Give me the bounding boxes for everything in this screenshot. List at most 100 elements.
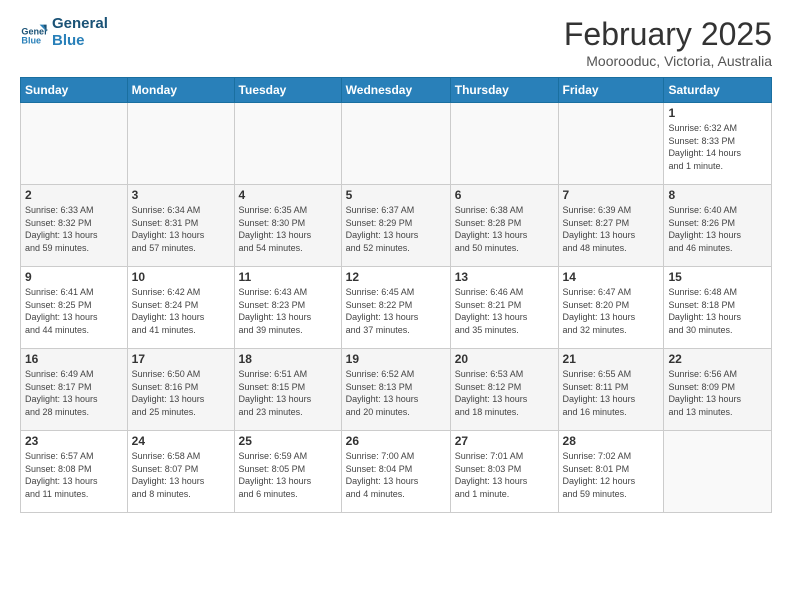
calendar-cell: 22Sunrise: 6:56 AM Sunset: 8:09 PM Dayli… xyxy=(664,349,772,431)
logo-line1: General xyxy=(52,16,108,33)
calendar-week-row: 9 Sunrise: 6:41 AM Sunset: 8:25 PM Daylig… xyxy=(21,267,772,349)
day-info: Sunrise: 6:51 AM Sunset: 8:15 PM Dayligh… xyxy=(239,368,337,418)
day-number: 3 xyxy=(132,188,230,202)
day-number: 16 xyxy=(25,352,123,366)
day-number: 23 xyxy=(25,434,123,448)
calendar-cell xyxy=(234,103,341,185)
calendar-cell xyxy=(558,103,664,185)
day-number: 4 xyxy=(239,188,337,202)
calendar-cell: 17Sunrise: 6:50 AM Sunset: 8:16 PM Dayli… xyxy=(127,349,234,431)
day-info: Sunrise: 6:58 AM Sunset: 8:07 PM Dayligh… xyxy=(132,450,230,500)
logo-line2: Blue xyxy=(52,33,108,50)
calendar-cell: 12 Sunrise: 6:45 AM Sunset: 8:22 PM Dayli… xyxy=(341,267,450,349)
day-number: 21 xyxy=(563,352,660,366)
calendar-cell: 3 Sunrise: 6:34 AM Sunset: 8:31 PM Daylig… xyxy=(127,185,234,267)
day-info: Sunrise: 6:46 AM Sunset: 8:21 PM Dayligh… xyxy=(455,286,554,336)
day-number: 17 xyxy=(132,352,230,366)
day-number: 1 xyxy=(668,106,767,120)
day-info: Sunrise: 6:42 AM Sunset: 8:24 PM Dayligh… xyxy=(132,286,230,336)
day-info: Sunrise: 6:59 AM Sunset: 8:05 PM Dayligh… xyxy=(239,450,337,500)
header: General Blue General Blue February 2025 … xyxy=(20,16,772,69)
calendar-week-row: 16Sunrise: 6:49 AM Sunset: 8:17 PM Dayli… xyxy=(21,349,772,431)
col-header-tuesday: Tuesday xyxy=(234,78,341,103)
title-block: February 2025 Moorooduc, Victoria, Austr… xyxy=(564,16,772,69)
location: Moorooduc, Victoria, Australia xyxy=(564,53,772,69)
calendar-cell: 27 Sunrise: 7:01 AM Sunset: 8:03 PM Dayli… xyxy=(450,431,558,513)
calendar-cell: 9 Sunrise: 6:41 AM Sunset: 8:25 PM Daylig… xyxy=(21,267,128,349)
day-info: Sunrise: 6:39 AM Sunset: 8:27 PM Dayligh… xyxy=(563,204,660,254)
calendar-cell xyxy=(21,103,128,185)
calendar-cell: 20Sunrise: 6:53 AM Sunset: 8:12 PM Dayli… xyxy=(450,349,558,431)
calendar-week-row: 1 Sunrise: 6:32 AM Sunset: 8:33 PM Daylig… xyxy=(21,103,772,185)
calendar-cell xyxy=(664,431,772,513)
calendar-cell: 23 Sunrise: 6:57 AM Sunset: 8:08 PM Dayli… xyxy=(21,431,128,513)
calendar-week-row: 23 Sunrise: 6:57 AM Sunset: 8:08 PM Dayli… xyxy=(21,431,772,513)
calendar-table: SundayMondayTuesdayWednesdayThursdayFrid… xyxy=(20,77,772,513)
calendar-cell xyxy=(127,103,234,185)
calendar-cell: 8 Sunrise: 6:40 AM Sunset: 8:26 PM Daylig… xyxy=(664,185,772,267)
day-number: 8 xyxy=(668,188,767,202)
day-number: 2 xyxy=(25,188,123,202)
day-number: 5 xyxy=(346,188,446,202)
month-title: February 2025 xyxy=(564,16,772,53)
calendar-cell: 14 Sunrise: 6:47 AM Sunset: 8:20 PM Dayli… xyxy=(558,267,664,349)
day-info: Sunrise: 6:45 AM Sunset: 8:22 PM Dayligh… xyxy=(346,286,446,336)
day-number: 19 xyxy=(346,352,446,366)
day-info: Sunrise: 6:47 AM Sunset: 8:20 PM Dayligh… xyxy=(563,286,660,336)
col-header-saturday: Saturday xyxy=(664,78,772,103)
day-number: 7 xyxy=(563,188,660,202)
day-info: Sunrise: 7:00 AM Sunset: 8:04 PM Dayligh… xyxy=(346,450,446,500)
day-info: Sunrise: 6:32 AM Sunset: 8:33 PM Dayligh… xyxy=(668,122,767,172)
calendar-cell: 21 Sunrise: 6:55 AM Sunset: 8:11 PM Dayli… xyxy=(558,349,664,431)
calendar-cell: 7 Sunrise: 6:39 AM Sunset: 8:27 PM Daylig… xyxy=(558,185,664,267)
svg-text:Blue: Blue xyxy=(21,35,41,45)
calendar-cell: 2 Sunrise: 6:33 AM Sunset: 8:32 PM Daylig… xyxy=(21,185,128,267)
calendar-cell xyxy=(341,103,450,185)
calendar-cell: 4 Sunrise: 6:35 AM Sunset: 8:30 PM Daylig… xyxy=(234,185,341,267)
calendar-header-row: SundayMondayTuesdayWednesdayThursdayFrid… xyxy=(21,78,772,103)
calendar-cell: 15Sunrise: 6:48 AM Sunset: 8:18 PM Dayli… xyxy=(664,267,772,349)
calendar-cell: 13 Sunrise: 6:46 AM Sunset: 8:21 PM Dayli… xyxy=(450,267,558,349)
day-info: Sunrise: 6:38 AM Sunset: 8:28 PM Dayligh… xyxy=(455,204,554,254)
col-header-monday: Monday xyxy=(127,78,234,103)
day-number: 22 xyxy=(668,352,767,366)
logo: General Blue General Blue xyxy=(20,16,108,49)
day-number: 13 xyxy=(455,270,554,284)
day-number: 26 xyxy=(346,434,446,448)
day-info: Sunrise: 6:34 AM Sunset: 8:31 PM Dayligh… xyxy=(132,204,230,254)
day-number: 15 xyxy=(668,270,767,284)
day-info: Sunrise: 6:40 AM Sunset: 8:26 PM Dayligh… xyxy=(668,204,767,254)
col-header-friday: Friday xyxy=(558,78,664,103)
day-info: Sunrise: 6:35 AM Sunset: 8:30 PM Dayligh… xyxy=(239,204,337,254)
day-info: Sunrise: 6:52 AM Sunset: 8:13 PM Dayligh… xyxy=(346,368,446,418)
day-number: 14 xyxy=(563,270,660,284)
day-info: Sunrise: 6:53 AM Sunset: 8:12 PM Dayligh… xyxy=(455,368,554,418)
day-number: 27 xyxy=(455,434,554,448)
calendar-cell: 18 Sunrise: 6:51 AM Sunset: 8:15 PM Dayli… xyxy=(234,349,341,431)
day-number: 18 xyxy=(239,352,337,366)
col-header-wednesday: Wednesday xyxy=(341,78,450,103)
day-info: Sunrise: 7:01 AM Sunset: 8:03 PM Dayligh… xyxy=(455,450,554,500)
day-number: 12 xyxy=(346,270,446,284)
calendar-cell: 26 Sunrise: 7:00 AM Sunset: 8:04 PM Dayli… xyxy=(341,431,450,513)
calendar-cell: 1 Sunrise: 6:32 AM Sunset: 8:33 PM Daylig… xyxy=(664,103,772,185)
calendar-cell: 28Sunrise: 7:02 AM Sunset: 8:01 PM Dayli… xyxy=(558,431,664,513)
logo-icon: General Blue xyxy=(20,19,48,47)
day-info: Sunrise: 6:43 AM Sunset: 8:23 PM Dayligh… xyxy=(239,286,337,336)
day-info: Sunrise: 6:55 AM Sunset: 8:11 PM Dayligh… xyxy=(563,368,660,418)
day-info: Sunrise: 7:02 AM Sunset: 8:01 PM Dayligh… xyxy=(563,450,660,500)
calendar-week-row: 2 Sunrise: 6:33 AM Sunset: 8:32 PM Daylig… xyxy=(21,185,772,267)
page-container: General Blue General Blue February 2025 … xyxy=(0,0,792,523)
col-header-thursday: Thursday xyxy=(450,78,558,103)
calendar-cell: 10Sunrise: 6:42 AM Sunset: 8:24 PM Dayli… xyxy=(127,267,234,349)
day-number: 25 xyxy=(239,434,337,448)
day-info: Sunrise: 6:37 AM Sunset: 8:29 PM Dayligh… xyxy=(346,204,446,254)
day-info: Sunrise: 6:33 AM Sunset: 8:32 PM Dayligh… xyxy=(25,204,123,254)
day-number: 9 xyxy=(25,270,123,284)
calendar-cell: 24 Sunrise: 6:58 AM Sunset: 8:07 PM Dayli… xyxy=(127,431,234,513)
day-info: Sunrise: 6:41 AM Sunset: 8:25 PM Dayligh… xyxy=(25,286,123,336)
day-number: 11 xyxy=(239,270,337,284)
day-info: Sunrise: 6:57 AM Sunset: 8:08 PM Dayligh… xyxy=(25,450,123,500)
day-number: 24 xyxy=(132,434,230,448)
calendar-cell: 25 Sunrise: 6:59 AM Sunset: 8:05 PM Dayli… xyxy=(234,431,341,513)
